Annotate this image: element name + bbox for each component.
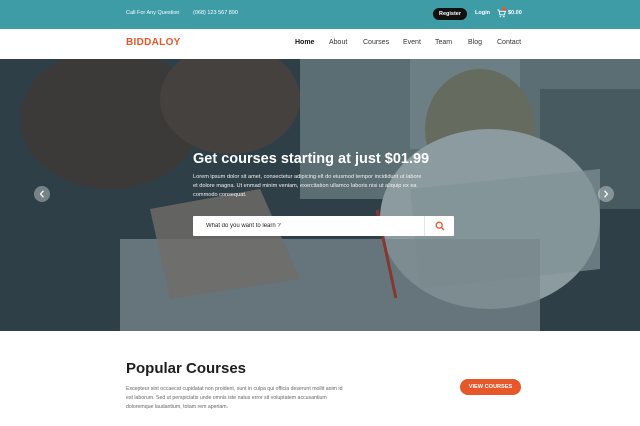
section-description: Excepteur sint occaecat cupidatat non pr…: [126, 386, 343, 410]
phone-number[interactable]: (068) 123 567 890: [193, 10, 238, 16]
site-logo[interactable]: BIDDALOY: [126, 37, 181, 48]
top-bar: Call For Any Question (068) 123 567 890 …: [0, 0, 640, 29]
chevron-right-icon: [604, 190, 609, 198]
chevron-left-icon: [39, 190, 44, 198]
nav-item-team[interactable]: Team: [435, 39, 452, 46]
nav-item-contact[interactable]: Contact: [497, 39, 521, 46]
call-text: Call For Any Question: [126, 10, 180, 16]
hero-banner: Get courses starting at just $01.99 Lore…: [0, 59, 640, 331]
nav-item-home[interactable]: Home: [295, 39, 314, 46]
register-button[interactable]: Register: [433, 8, 467, 20]
nav-item-blog[interactable]: Blog: [468, 39, 482, 46]
nav-item-event[interactable]: Event: [403, 39, 421, 46]
course-search-input[interactable]: [193, 216, 424, 236]
nav-item-courses[interactable]: Courses: [363, 39, 389, 46]
nav-item-about[interactable]: About: [329, 39, 347, 46]
cart-amount[interactable]: $0.00: [508, 10, 522, 16]
section-title: Popular Courses: [126, 360, 247, 377]
main-navbar: BIDDALOY Home About Courses Event Team B…: [0, 29, 640, 59]
carousel-next-button[interactable]: [598, 186, 614, 202]
cart-icon[interactable]: [497, 9, 506, 18]
login-link[interactable]: Login: [475, 10, 490, 16]
view-courses-button[interactable]: VIEW COURSES: [460, 379, 521, 395]
search-icon: [435, 221, 444, 231]
hero-title: Get courses starting at just $01.99: [193, 151, 430, 167]
search-button[interactable]: [424, 216, 454, 236]
hero-description: Lorem ipsum dolor sit amet, consectetur …: [193, 174, 422, 198]
carousel-prev-button[interactable]: [34, 186, 50, 202]
course-search-bar: [193, 216, 454, 236]
